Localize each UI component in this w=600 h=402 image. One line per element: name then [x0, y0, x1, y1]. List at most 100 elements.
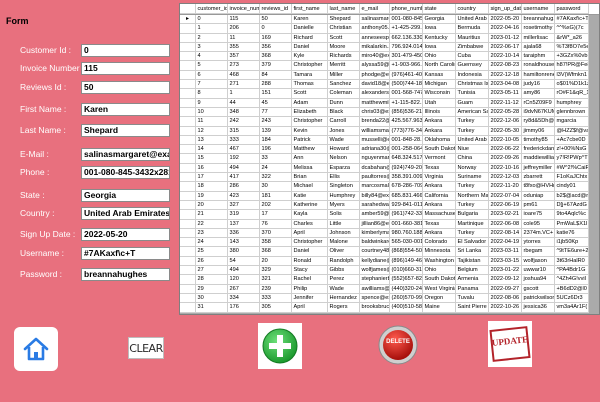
row-header-cell[interactable]: ▸	[180, 15, 196, 25]
table-cell[interactable]: Daniel	[292, 42, 328, 53]
table-cell[interactable]: 2022-10-05	[489, 135, 522, 146]
table-cell[interactable]: Turkey	[456, 126, 489, 136]
table-cell[interactable]: 2022-07-04	[489, 191, 522, 201]
table-row[interactable]: 265420RonaldRandolphkellydiane@...(896)1…	[180, 256, 599, 267]
table-cell[interactable]: 358	[260, 238, 292, 248]
table-cell[interactable]: 370	[260, 228, 292, 239]
add-button[interactable]	[258, 323, 302, 369]
table-cell[interactable]: 286	[228, 182, 260, 192]
table-cell[interactable]: t8fxo@HVHn	[522, 182, 555, 192]
table-cell[interactable]: Black	[328, 107, 360, 118]
table-cell[interactable]: 10	[196, 107, 228, 118]
table-cell[interactable]: Georgia	[423, 15, 456, 25]
table-cell[interactable]: 16	[196, 163, 228, 174]
table-cell[interactable]: Miller	[328, 70, 360, 81]
table-cell[interactable]: musselli@ex...	[360, 135, 390, 146]
table-cell[interactable]: Tajikistan	[456, 256, 489, 267]
table-cell[interactable]: China	[456, 154, 489, 164]
table-cell[interactable]: Texas	[423, 163, 456, 174]
table-cell[interactable]: Christopher	[292, 61, 328, 71]
table-cell[interactable]: rCn5Z09F9	[522, 98, 555, 108]
table-cell[interactable]: Illinois	[423, 107, 456, 118]
table-cell[interactable]: Ellis	[328, 173, 360, 183]
table-cell[interactable]: 2022-08-06	[489, 293, 522, 304]
table-cell[interactable]: South Dakota	[423, 275, 456, 285]
table-cell[interactable]: Iowa	[423, 42, 456, 53]
row-header-cell[interactable]	[180, 135, 196, 146]
table-cell[interactable]: 319	[228, 210, 260, 220]
table-row[interactable]: 30334333JenniferHernandezspence@exa...(2…	[180, 293, 599, 304]
table-cell[interactable]: gscott	[522, 284, 555, 294]
table-cell[interactable]: Sri Lanka	[456, 247, 489, 257]
table-cell[interactable]: +3GZx%0vb	[555, 52, 589, 62]
table-cell[interactable]: brooksbruce...	[360, 303, 390, 313]
table-cell[interactable]: Minnesota	[423, 247, 456, 257]
table-cell[interactable]: 2022-08-14	[489, 228, 522, 239]
table-cell[interactable]: 2022-12-06	[489, 117, 522, 127]
column-header-10[interactable]: username	[522, 4, 555, 14]
table-cell[interactable]: paultorres@...	[360, 173, 390, 183]
table-cell[interactable]: Humphrey	[328, 191, 360, 201]
table-cell[interactable]: 18	[196, 182, 228, 192]
table-cell[interactable]: 648.324.5176	[390, 154, 423, 164]
table-cell[interactable]: Merritt	[328, 61, 360, 71]
table-cell[interactable]: joshua94	[522, 275, 555, 285]
table-row[interactable]: 2213776CharlesLittlejillian86@ex...001-6…	[180, 219, 599, 229]
table-cell[interactable]: 301-479-450...	[390, 52, 423, 62]
table-cell[interactable]: Mauritius	[456, 33, 489, 43]
table-cell[interactable]: 980.760.1880	[390, 228, 423, 239]
table-cell[interactable]: amber59@e...	[360, 210, 390, 220]
table-cell[interactable]: Melissa	[292, 163, 328, 174]
table-cell[interactable]: o$01%D1k1z	[555, 80, 589, 90]
table-cell[interactable]: Virginia	[423, 173, 456, 183]
table-cell[interactable]: 77	[260, 107, 292, 118]
column-header-6[interactable]: phone_number	[390, 4, 423, 14]
table-cell[interactable]: taraiphm	[522, 52, 555, 62]
table-cell[interactable]: b2$@acd@n	[555, 191, 589, 201]
table-cell[interactable]: 2022-04-19	[489, 238, 522, 248]
column-header-3[interactable]: first_name	[292, 4, 328, 14]
table-cell[interactable]: Scott	[328, 33, 360, 43]
table-row[interactable]: 5273379ChristopherMerrittalyssa59@e...+1…	[180, 61, 599, 71]
table-cell[interactable]: 30	[196, 293, 228, 304]
table-cell[interactable]: Stacy	[292, 266, 328, 276]
table-cell[interactable]: 2022-04-16	[489, 24, 522, 34]
table-cell[interactable]: 11	[228, 33, 260, 43]
column-header-2[interactable]: reviews_id	[260, 4, 292, 14]
table-cell[interactable]: 2022-12-18	[489, 70, 522, 81]
table-cell[interactable]: 45	[260, 98, 292, 108]
table-cell[interactable]: Tunisia	[456, 89, 489, 99]
table-cell[interactable]: 358.391.009...	[390, 173, 423, 183]
table-cell[interactable]: (500)744-1829	[390, 80, 423, 90]
table-cell[interactable]: 001-568-747...	[390, 89, 423, 99]
field-input-0[interactable]: 0	[81, 44, 170, 57]
table-cell[interactable]: Christopher	[292, 117, 328, 127]
field-input-1[interactable]: 115	[81, 62, 170, 75]
table-cell[interactable]: 17	[260, 210, 292, 220]
row-header-cell[interactable]	[180, 219, 196, 229]
row-header-cell[interactable]	[180, 33, 196, 43]
table-cell[interactable]: 929-841-011...	[390, 200, 423, 211]
table-cell[interactable]: Vermont	[423, 154, 456, 164]
field-input-6[interactable]: 001-080-845-3432x2810	[81, 166, 170, 179]
table-cell[interactable]: 30	[260, 182, 292, 192]
column-header-11[interactable]: password	[555, 4, 589, 14]
table-cell[interactable]: 2022-12-03	[489, 173, 522, 183]
table-cell[interactable]: 2022-06-08	[489, 219, 522, 229]
table-cell[interactable]: F1oKaJChtx	[555, 173, 589, 183]
table-cell[interactable]: uwwar10	[522, 266, 555, 276]
row-header-cell[interactable]	[180, 24, 196, 34]
table-cell[interactable]: Dunn	[328, 98, 360, 108]
table-cell[interactable]: 2	[196, 33, 228, 43]
table-cell[interactable]: Shepard	[328, 15, 360, 25]
table-cell[interactable]: millerlisac	[522, 33, 555, 43]
table-cell[interactable]: 333	[260, 293, 292, 304]
table-cell[interactable]: anthony05...	[360, 24, 390, 34]
customer-data-grid[interactable]: customer_idinvoice_numberreviews_idfirst…	[179, 3, 600, 315]
table-cell[interactable]: Maine	[423, 303, 456, 313]
table-cell[interactable]: 662.136.330...	[390, 33, 423, 43]
table-cell[interactable]: West Virginia	[423, 284, 456, 294]
table-row[interactable]: 25380368DanielOlivercourtney48@...(868)5…	[180, 247, 599, 257]
table-cell[interactable]: Guernsey	[456, 61, 489, 71]
table-cell[interactable]: Nelson	[328, 154, 360, 164]
